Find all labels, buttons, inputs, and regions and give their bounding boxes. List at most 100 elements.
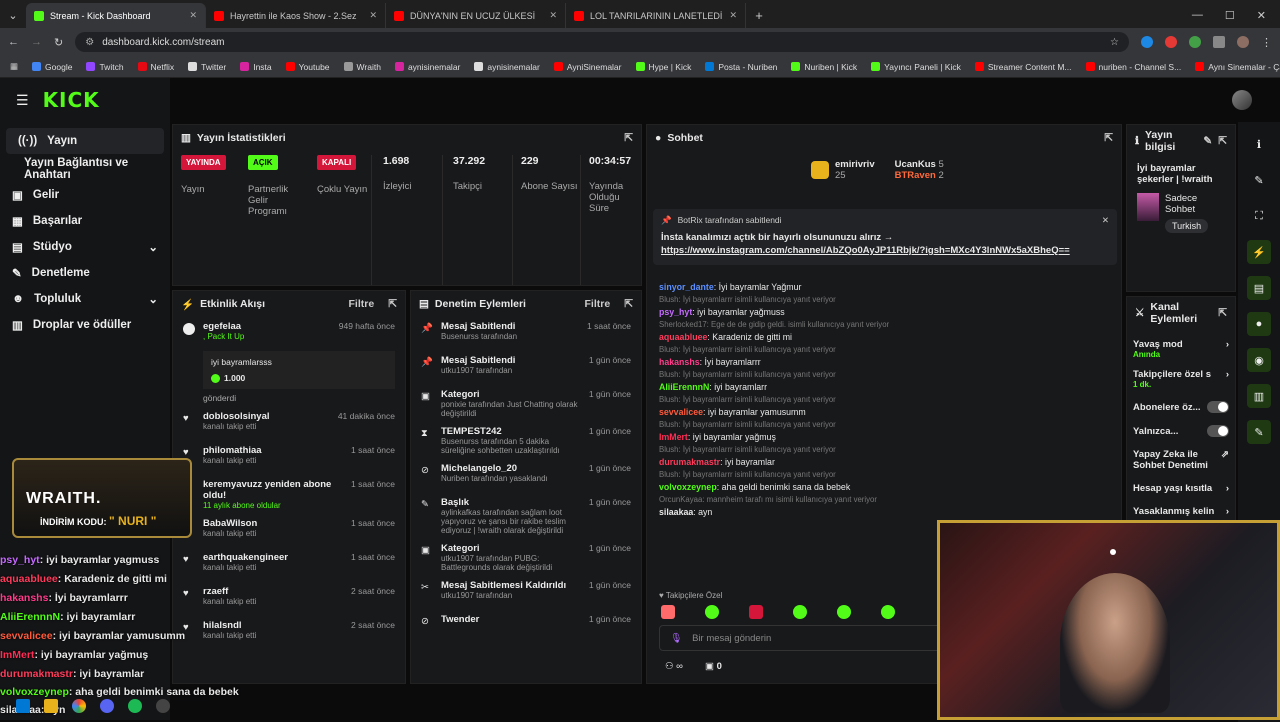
maximize-icon[interactable]: ☐	[1225, 9, 1235, 22]
windows-start-icon[interactable]	[16, 699, 30, 713]
emote-icon[interactable]	[881, 605, 895, 619]
bookmark[interactable]: Posta - Nuriben	[705, 62, 777, 72]
list-icon[interactable]: ▥	[1247, 384, 1271, 408]
close-tab-icon[interactable]: ✕	[549, 10, 557, 21]
expand-icon[interactable]: ⇱	[624, 298, 633, 310]
profile-icon[interactable]	[1237, 35, 1249, 48]
wrench-icon[interactable]: ✎	[1247, 420, 1271, 444]
forward-icon[interactable]: →	[31, 36, 42, 48]
unpin-icon[interactable]: ✕	[1102, 215, 1109, 226]
bookmark[interactable]: Wraith	[343, 62, 381, 72]
tab-youtube-3[interactable]: LOL TANRILARININ LANETLEDİ ✕	[566, 3, 746, 28]
emote-icon[interactable]	[837, 605, 851, 619]
bookmark[interactable]: nuriben - Channel S...	[1085, 62, 1181, 72]
users-icon[interactable]: ⚇ ∞	[665, 661, 683, 672]
banned-words-row[interactable]: Yasaklanmış kelin ›	[1133, 506, 1229, 517]
document-icon[interactable]: ▤	[1247, 276, 1271, 300]
apps-grid-icon[interactable]: ▦	[10, 61, 18, 72]
subs-only-row[interactable]: Abonelere öz...	[1133, 401, 1229, 413]
file-explorer-icon[interactable]	[44, 699, 58, 713]
toggle-switch[interactable]	[1207, 401, 1229, 413]
spotify-icon[interactable]	[128, 699, 142, 713]
chat-input[interactable]: 🎙 Bir mesaj gönderin	[659, 625, 949, 651]
chat-icon[interactable]: ●	[1247, 312, 1271, 336]
new-tab-icon[interactable]: +	[746, 3, 772, 28]
close-tab-icon[interactable]: ✕	[369, 10, 377, 21]
info-icon[interactable]: ℹ	[1247, 132, 1271, 156]
slow-mode-row[interactable]: Yavaş mod Anında ›	[1133, 339, 1229, 359]
bolt-icon[interactable]: ⚡	[1247, 240, 1271, 264]
ai-mod-row[interactable]: Yapay Zeka ile Sohbet Denetimi ⇗	[1133, 449, 1229, 471]
bookmark[interactable]: Netflix	[137, 62, 174, 72]
pinned-link[interactable]: https://www.instagram.com/channel/AbZQo0…	[661, 245, 1109, 256]
sidebar-item-denetleme[interactable]: ✎ Denetleme	[0, 260, 170, 286]
bookmark[interactable]: AyniSinemalar	[553, 62, 622, 72]
emote-icon[interactable]	[793, 605, 807, 619]
sidebar-item-stream-key[interactable]: Yayın Bağlantısı ve Anahtarı	[0, 156, 170, 182]
reload-icon[interactable]: ↻	[54, 36, 63, 49]
minimize-icon[interactable]: —	[1192, 9, 1203, 22]
user-avatar[interactable]	[1232, 90, 1252, 110]
activity-filter-button[interactable]: Filtre	[349, 298, 375, 310]
tab-search-icon[interactable]: ⌄	[0, 3, 26, 28]
emotes-only-row[interactable]: Yalnızca...	[1133, 425, 1229, 437]
sidebar-item-yayin[interactable]: ((·)) Yayın	[6, 128, 164, 154]
hamburger-menu-icon[interactable]: ☰	[16, 92, 29, 109]
expand-icon[interactable]: ⇱	[388, 298, 397, 310]
emote-icon[interactable]	[749, 605, 763, 619]
bookmark[interactable]: Insta	[240, 62, 272, 72]
close-window-icon[interactable]: ✕	[1257, 9, 1266, 22]
extension-icon[interactable]	[1141, 35, 1153, 48]
fullscreen-icon[interactable]: ⛶	[1247, 204, 1271, 228]
sidebar-item-droplar[interactable]: ▥ Droplar ve ödüller	[0, 312, 170, 338]
expand-icon[interactable]: ⇱	[1218, 307, 1227, 319]
close-tab-icon[interactable]: ✕	[189, 10, 197, 21]
extension-icon[interactable]	[1189, 35, 1201, 48]
bookmark[interactable]: aynisinemalar	[394, 62, 460, 72]
pen-icon[interactable]: ✎	[1247, 168, 1271, 192]
menu-dots-icon[interactable]: ⋮	[1261, 36, 1272, 49]
mic-icon[interactable]: 🎙	[670, 633, 682, 644]
points-counter[interactable]: ▣ 0	[705, 661, 722, 672]
expand-icon[interactable]: ⇱	[1104, 132, 1113, 144]
discord-icon[interactable]	[100, 699, 114, 713]
bookmark[interactable]: Youtube	[285, 62, 330, 72]
bookmark[interactable]: Twitch	[86, 62, 124, 72]
bookmark[interactable]: aynisinemalar	[474, 62, 540, 72]
site-info-icon[interactable]: ⚙	[85, 37, 94, 48]
extension-icon[interactable]	[1165, 35, 1177, 48]
bookmark[interactable]: Aynı Sinemalar - Ça...	[1195, 62, 1280, 72]
puzzle-icon[interactable]	[1213, 35, 1225, 48]
sidebar-item-topluluk[interactable]: ☻ Topluluk ⌄	[0, 286, 170, 312]
tab-youtube-2[interactable]: DÜNYA'NIN EN UCUZ ÜLKESİ ✕	[386, 3, 566, 28]
tab-youtube-1[interactable]: Hayrettin ile Kaos Show - 2.Sez ✕	[206, 3, 386, 28]
bookmark[interactable]: Google	[32, 62, 72, 72]
bookmark[interactable]: Twitter	[188, 62, 226, 72]
modlog-filter-button[interactable]: Filtre	[585, 298, 611, 310]
bookmark-star-icon[interactable]: ☆	[1110, 37, 1119, 48]
bookmark[interactable]: Nuriben | Kick	[791, 62, 857, 72]
bookmark[interactable]: Streamer Content M...	[974, 62, 1072, 72]
close-tab-icon[interactable]: ✕	[729, 10, 737, 21]
edit-icon[interactable]: ✎	[1203, 135, 1212, 147]
sidebar-item-gelir[interactable]: ▣ Gelir	[0, 182, 170, 208]
chat-message: psy_hyt: iyi bayramlar yağmuss	[659, 307, 785, 317]
emote-icon[interactable]	[661, 605, 675, 619]
expand-icon[interactable]: ⇱	[624, 132, 633, 144]
toggle-switch[interactable]	[1207, 425, 1229, 437]
broadcast-icon[interactable]: ◉	[1247, 348, 1271, 372]
emote-icon[interactable]	[705, 605, 719, 619]
chrome-icon[interactable]	[72, 699, 86, 713]
followers-only-row[interactable]: Takipçilere özel s1 dk. ›	[1133, 369, 1229, 389]
obs-icon[interactable]	[156, 699, 170, 713]
tab-kick-dashboard[interactable]: Stream - Kick Dashboard ✕	[26, 3, 206, 28]
back-icon[interactable]: ←	[8, 36, 19, 48]
expand-icon[interactable]: ⇱	[1218, 135, 1227, 147]
url-field[interactable]: ⚙ dashboard.kick.com/stream ☆	[75, 32, 1129, 52]
kick-logo[interactable]: KICK	[43, 88, 100, 112]
bookmark[interactable]: Hype | Kick	[635, 62, 691, 72]
sidebar-item-basarilar[interactable]: ▦ Başarılar	[0, 208, 170, 234]
age-restrict-row[interactable]: Hesap yaşı kısıtla ›	[1133, 483, 1229, 494]
sidebar-item-studyo[interactable]: ▤ Stüdyo ⌄	[0, 234, 170, 260]
bookmark[interactable]: Yayıncı Paneli | Kick	[871, 62, 961, 72]
